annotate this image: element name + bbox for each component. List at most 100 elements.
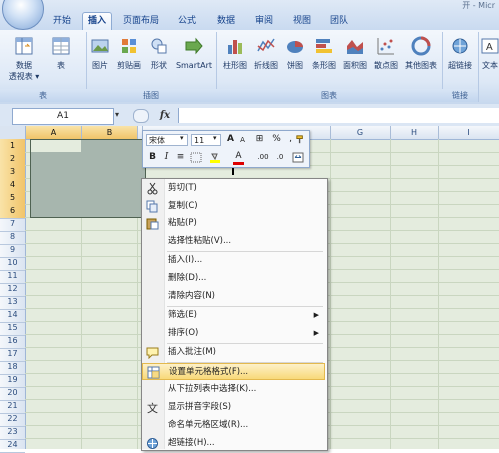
menu-item-label: 设置单元格格式(F)... — [169, 367, 249, 377]
menu-item-cut[interactable]: 剪切(T) — [142, 180, 325, 197]
table-button[interactable]: 表 — [48, 36, 74, 71]
line-chart-button[interactable]: 折线图 — [251, 36, 281, 71]
tab-data[interactable]: 数据 — [212, 13, 240, 29]
paste-icon — [146, 218, 159, 230]
smartart-button[interactable]: SmartArt — [174, 36, 214, 71]
menu-item-label: 命名单元格区域(R)... — [168, 420, 249, 430]
group-label: 插图 — [86, 89, 216, 102]
formula-expand-button[interactable] — [133, 109, 149, 123]
center-align-button[interactable]: ≡ — [174, 151, 187, 164]
merge-cells-icon[interactable] — [292, 152, 304, 163]
format-cells-icon — [147, 366, 160, 379]
pie-chart-label: 饼图 — [287, 61, 303, 70]
tab-insert[interactable]: 插入 — [82, 12, 112, 31]
percent-style-button[interactable]: % — [270, 133, 283, 146]
pivot-table-icon — [15, 37, 33, 55]
chevron-down-icon[interactable]: ▾ — [213, 134, 217, 142]
select-all-button[interactable] — [0, 126, 26, 140]
menu-item-define-name[interactable]: 命名单元格区域(R)... — [142, 417, 325, 434]
menu-item-copy[interactable]: 复制(C) — [142, 198, 325, 215]
column-header-h[interactable]: H — [390, 126, 439, 139]
pie-chart-button[interactable]: 饼图 — [283, 36, 307, 71]
area-chart-button[interactable]: 面积图 — [340, 36, 370, 71]
menu-item-clear-contents[interactable]: 清除内容(N) — [142, 288, 325, 305]
insert-function-button[interactable]: fx — [155, 107, 175, 124]
column-header-i[interactable]: I — [438, 126, 499, 139]
increase-decimal-button[interactable]: .00 — [255, 151, 271, 164]
textbox-button[interactable]: A 文本 — [480, 36, 499, 71]
tab-review[interactable]: 审阅 — [250, 13, 278, 29]
menu-item-label: 插入(I)... — [168, 255, 203, 265]
menu-item-format-cells[interactable]: 设置单元格格式(F)... — [142, 363, 325, 380]
active-cell[interactable] — [31, 140, 81, 152]
phonetic-icon: 文 — [147, 401, 158, 414]
menu-item-paste-special[interactable]: 选择性粘贴(V)... — [142, 233, 325, 250]
hyperlink-icon — [452, 38, 468, 54]
picture-label: 图片 — [92, 61, 108, 70]
pivot-table-button[interactable]: 数据 透视表 ▾ — [6, 36, 42, 82]
selected-range[interactable] — [30, 139, 146, 218]
chevron-down-icon[interactable]: ▾ — [115, 110, 125, 121]
shrink-font-button[interactable]: A — [236, 134, 249, 147]
menu-item-filter[interactable]: 筛选(E) ▶ — [142, 307, 325, 324]
bold-button[interactable]: B — [146, 151, 159, 164]
pie-chart-icon — [287, 41, 303, 53]
hyperlink-icon — [147, 438, 158, 449]
decrease-decimal-button[interactable]: .0 — [273, 151, 287, 164]
table-label: 表 — [57, 61, 65, 70]
window-title: 开 - Micr — [462, 1, 495, 10]
menu-item-phonetic[interactable]: 文 显示拼音字段(S) — [142, 399, 325, 416]
format-painter-icon[interactable] — [295, 134, 306, 145]
row-header[interactable]: 24 — [0, 438, 25, 453]
hyperlink-label: 超链接 — [448, 61, 472, 70]
menu-item-delete[interactable]: 删除(D)... — [142, 270, 325, 287]
column-chart-icon — [228, 40, 242, 54]
menu-item-sort[interactable]: 排序(O) ▶ — [142, 325, 325, 342]
svg-text:A: A — [486, 42, 493, 53]
picture-button[interactable]: 图片 — [88, 36, 112, 71]
menu-item-hyperlink[interactable]: 超链接(H)... — [142, 435, 325, 452]
currency-format-button[interactable]: ⊞ — [253, 133, 266, 146]
menu-item-insert-comment[interactable]: 插入批注(M) — [142, 344, 325, 361]
group-label: 表 — [0, 89, 86, 102]
other-chart-button[interactable]: 其他图表 — [403, 36, 439, 71]
menu-item-pick-from-list[interactable]: 从下拉列表中选择(K)... — [142, 381, 325, 398]
name-box[interactable]: A1 — [12, 108, 114, 125]
italic-button[interactable]: I — [160, 151, 173, 164]
scatter-chart-label: 散点图 — [374, 61, 398, 70]
column-header-g[interactable]: G — [330, 126, 391, 139]
clipart-button[interactable]: 剪贴画 — [114, 36, 144, 71]
copy-icon — [146, 200, 158, 213]
column-header-a[interactable]: A — [26, 126, 82, 139]
menu-item-label: 清除内容(N) — [168, 291, 215, 301]
column-chart-button[interactable]: 柱形图 — [220, 36, 250, 71]
line-chart-icon — [257, 38, 275, 52]
tab-page-layout[interactable]: 页面布局 — [117, 13, 165, 29]
bar-chart-button[interactable]: 条形图 — [309, 36, 339, 71]
gridline — [390, 139, 391, 449]
column-header-f[interactable]: F — [308, 126, 331, 139]
other-chart-icon — [411, 36, 431, 56]
fill-color-icon[interactable] — [209, 152, 221, 163]
area-chart-icon — [347, 40, 363, 54]
scissors-icon — [147, 182, 158, 195]
menu-item-label: 删除(D)... — [168, 273, 207, 283]
tab-formulas[interactable]: 公式 — [172, 13, 202, 29]
chevron-down-icon[interactable]: ▾ — [180, 134, 184, 142]
smartart-icon — [185, 37, 203, 55]
menu-item-paste[interactable]: 粘贴(P) — [142, 215, 325, 232]
shapes-button[interactable]: 形状 — [146, 36, 172, 71]
scatter-chart-button[interactable]: 散点图 — [371, 36, 401, 71]
tab-team[interactable]: 团队 — [325, 13, 353, 29]
column-header-b[interactable]: B — [82, 126, 138, 139]
menu-item-label: 显示拼音字段(S) — [168, 402, 232, 412]
menu-item-insert[interactable]: 插入(I)... — [142, 252, 325, 269]
hyperlink-button[interactable]: 超链接 — [444, 36, 476, 71]
tab-view[interactable]: 视图 — [288, 13, 316, 29]
menu-item-label: 复制(C) — [168, 201, 198, 211]
textbox-icon: A — [481, 38, 499, 54]
formula-input[interactable] — [178, 108, 499, 123]
borders-icon[interactable] — [190, 152, 202, 163]
tab-home[interactable]: 开始 — [45, 13, 79, 29]
comment-icon — [146, 347, 159, 359]
